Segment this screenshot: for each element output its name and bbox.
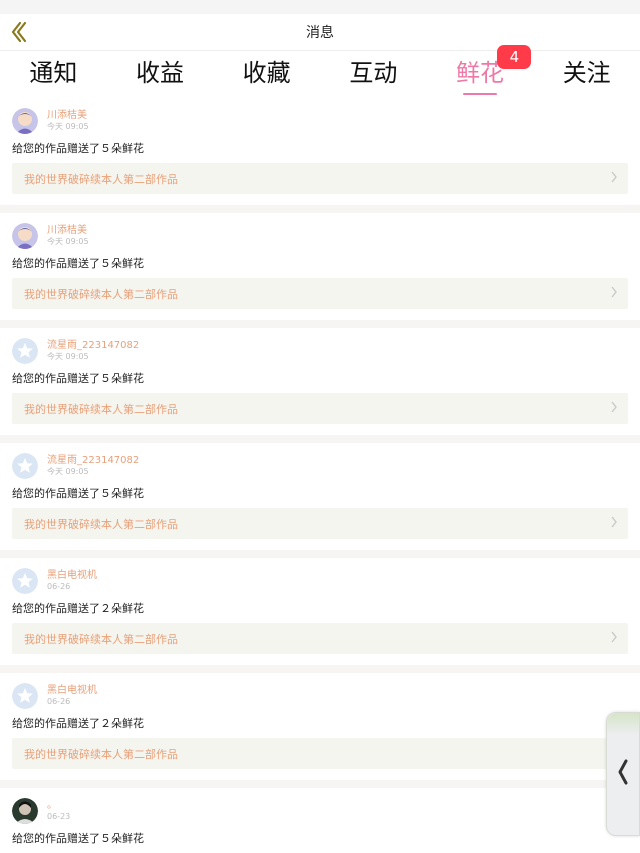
user-meta: 黑白电视机 06-26 — [47, 685, 97, 707]
work-link[interactable]: 我的世界破碎续本人第二部作品 — [12, 623, 628, 654]
tab-label: 收藏 — [242, 58, 291, 87]
username[interactable]: 川添桔美 — [47, 110, 89, 122]
tab-label: 关注 — [562, 58, 611, 87]
message-card: 川添桔美 今天 09:05 给您的作品赠送了５朵鲜花我的世界破碎续本人第二部作品 — [0, 213, 640, 320]
message-content: 给您的作品赠送了５朵鲜花 — [12, 257, 144, 270]
message-content: 给您的作品赠送了５朵鲜花 — [12, 487, 144, 500]
timestamp: 06-26 — [47, 582, 71, 591]
avatar[interactable] — [12, 798, 38, 824]
message-content: 给您的作品赠送了２朵鲜花 — [12, 602, 144, 615]
work-link[interactable]: 我的世界破碎续本人第二部作品 — [12, 738, 628, 769]
work-link[interactable]: 我的世界破碎续本人第二部作品 — [12, 393, 628, 424]
message-header: 川添桔美 今天 09:05 — [12, 222, 628, 250]
avatar[interactable] — [12, 338, 38, 364]
work-link[interactable]: 我的世界破碎续本人第二部作品 — [12, 508, 628, 539]
message-header: 。 06-23 — [12, 797, 628, 825]
message-content: 给您的作品赠送了５朵鲜花 — [12, 372, 144, 385]
timestamp: 06-23 — [47, 812, 71, 821]
user-meta: 流星雨_223147082 今天 09:05 — [47, 340, 139, 362]
tab-1[interactable]: 收益 — [107, 51, 214, 99]
work-title: 我的世界破碎续本人第二部作品 — [24, 172, 178, 186]
username[interactable]: 。 — [47, 800, 70, 812]
avatar[interactable] — [12, 223, 38, 249]
timestamp: 今天 09:05 — [47, 237, 89, 246]
tab-0[interactable]: 通知 — [0, 51, 107, 99]
message-header: 黑白电视机 06-26 — [12, 567, 628, 595]
tab-2[interactable]: 收藏 — [213, 51, 320, 99]
message-header: 流星雨_223147082 今天 09:05 — [12, 337, 628, 365]
message-list: 川添桔美 今天 09:05 给您的作品赠送了５朵鲜花 我的世界破碎续本人第二部作品 川添… — [0, 98, 640, 853]
chevron-right-icon — [610, 631, 618, 647]
timestamp: 06-26 — [47, 697, 71, 706]
work-title: 我的世界破碎续本人第二部作品 — [24, 517, 178, 531]
message-card: 黑白电视机 06-26 给您的作品赠送了２朵鲜花我的世界破碎续本人第二部作品 — [0, 558, 640, 665]
nav-bar: 消息 — [0, 14, 640, 50]
avatar[interactable] — [12, 568, 38, 594]
message-card: 流星雨_223147082 今天 09:05 给您的作品赠送了５朵鲜花我的世界破碎续… — [0, 443, 640, 550]
chevron-right-icon — [610, 401, 618, 417]
user-meta: 流星雨_223147082 今天 09:05 — [47, 455, 139, 477]
tab-bar: 通知 收益 收藏 互动 鲜花 4 关注 — [0, 44, 640, 99]
avatar[interactable] — [12, 108, 38, 134]
work-title: 我的世界破碎续本人第二部作品 — [24, 747, 178, 761]
timestamp: 今天 09:05 — [47, 352, 89, 361]
message-header: 川添桔美 今天 09:05 — [12, 107, 628, 135]
work-title: 我的世界破碎续本人第二部作品 — [24, 287, 178, 301]
username[interactable]: 流星雨_223147082 — [47, 340, 139, 352]
username[interactable]: 川添桔美 — [47, 225, 89, 237]
user-meta: 川添桔美 今天 09:05 — [47, 110, 89, 132]
chevron-right-icon — [610, 286, 618, 302]
work-title: 我的世界破碎续本人第二部作品 — [24, 402, 178, 416]
float-handle[interactable] — [606, 712, 640, 836]
timestamp: 今天 09:05 — [47, 467, 89, 476]
message-header: 流星雨_223147082 今天 09:05 — [12, 452, 628, 480]
chevron-right-icon — [610, 171, 618, 187]
message-card: 流星雨_223147082 今天 09:05 给您的作品赠送了５朵鲜花我的世界破碎续… — [0, 328, 640, 435]
username[interactable]: 流星雨_223147082 — [47, 455, 139, 467]
user-meta: 川添桔美 今天 09:05 — [47, 225, 89, 247]
page-title: 消息 — [306, 25, 334, 41]
message-content: 给您的作品赠送了２朵鲜花 — [12, 717, 144, 730]
timestamp: 今天 09:05 — [47, 122, 89, 131]
message-card: 。06-23给您的作品赠送了５朵鲜花我的世界破碎续本人第二部作品 — [0, 788, 640, 853]
work-link[interactable]: 我的世界破碎续本人第二部作品 — [12, 163, 628, 194]
tab-4[interactable]: 鲜花 4 — [427, 44, 534, 99]
message-content: 给您的作品赠送了５朵鲜花 — [12, 832, 144, 845]
tab-3[interactable]: 互动 — [320, 51, 427, 99]
tab-label: 互动 — [349, 58, 398, 87]
avatar[interactable] — [12, 683, 38, 709]
avatar[interactable] — [12, 453, 38, 479]
message-header: 黑白电视机 06-26 — [12, 682, 628, 710]
message-content: 给您的作品赠送了５朵鲜花 — [12, 142, 144, 155]
message-card: 黑白电视机 06-26 给您的作品赠送了２朵鲜花我的世界破碎续本人第二部作品 — [0, 673, 640, 780]
chevron-right-icon — [610, 516, 618, 532]
active-tab-indicator — [463, 92, 498, 95]
user-meta: 黑白电视机 06-26 — [47, 570, 97, 592]
tab-label: 通知 — [29, 58, 78, 87]
username[interactable]: 黑白电视机 — [47, 685, 97, 697]
unread-badge: 4 — [497, 44, 532, 69]
tab-label: 收益 — [136, 58, 184, 87]
work-link[interactable]: 我的世界破碎续本人第二部作品 — [12, 278, 628, 309]
work-title: 我的世界破碎续本人第二部作品 — [24, 632, 178, 646]
message-card: 川添桔美 今天 09:05 给您的作品赠送了５朵鲜花我的世界破碎续本人第二部作品 — [0, 98, 640, 205]
status-bar — [0, 0, 640, 14]
back-chevron-icon[interactable] — [8, 20, 30, 44]
chevron-left-icon — [617, 759, 629, 789]
tab-5[interactable]: 关注 — [533, 51, 640, 99]
user-meta: 。 06-23 — [47, 800, 70, 822]
username[interactable]: 黑白电视机 — [47, 570, 97, 582]
